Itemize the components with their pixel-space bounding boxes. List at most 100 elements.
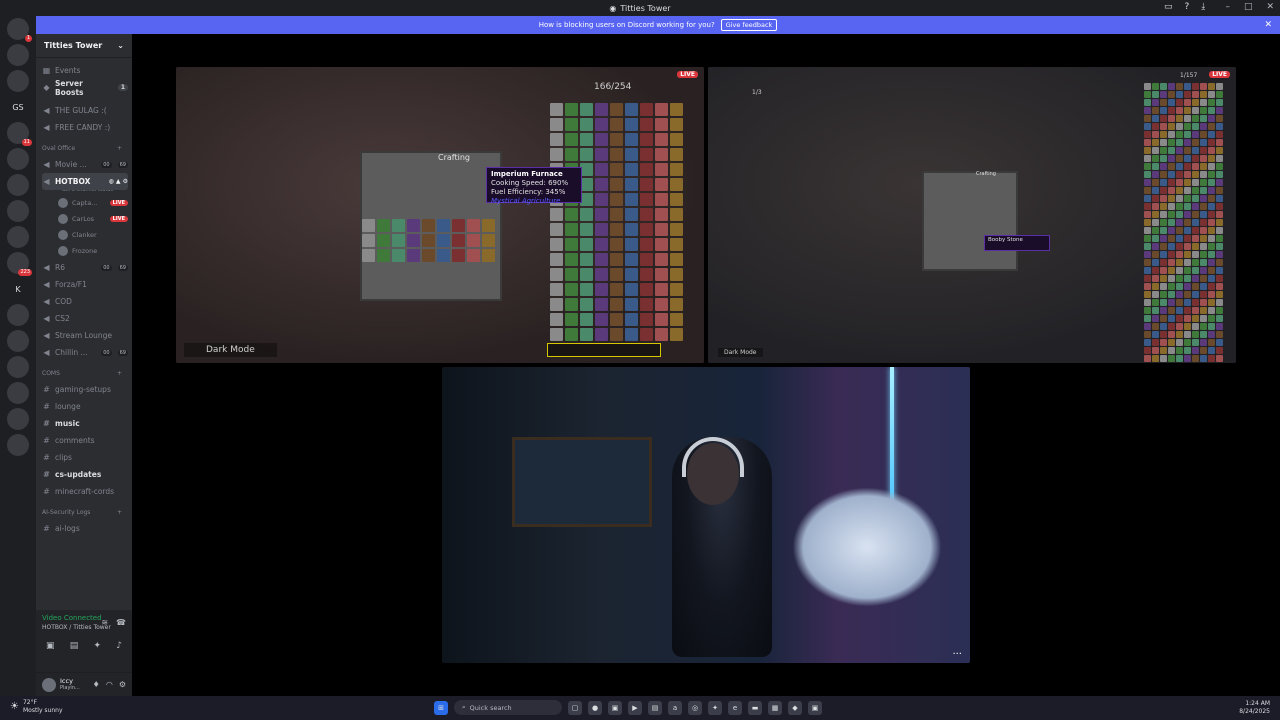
inventory-slot[interactable] <box>1192 227 1199 234</box>
inventory-slot[interactable] <box>1144 323 1151 330</box>
inventory-slot[interactable] <box>550 268 563 281</box>
inventory-slot[interactable] <box>655 163 668 176</box>
inventory-slot[interactable] <box>1160 339 1167 346</box>
inventory-slot[interactable] <box>1144 275 1151 282</box>
inventory-slot[interactable] <box>1216 339 1223 346</box>
inventory-slot[interactable] <box>1152 243 1159 250</box>
inventory-slot[interactable] <box>1144 291 1151 298</box>
inventory-slot[interactable] <box>1200 115 1207 122</box>
weather-widget[interactable]: ☀ 72°F Mostly sunny <box>10 699 63 715</box>
server-boosts-link[interactable]: ◆ Server Boosts 1 <box>42 79 128 97</box>
inventory-slot[interactable] <box>1152 163 1159 170</box>
inventory-slot[interactable] <box>1160 299 1167 306</box>
inventory-slot[interactable] <box>377 234 390 247</box>
inventory-slot[interactable] <box>550 253 563 266</box>
inventory-slot[interactable] <box>1192 259 1199 266</box>
inventory-slot[interactable] <box>550 283 563 296</box>
inventory-slot[interactable] <box>1208 347 1215 354</box>
inventory-slot[interactable] <box>1144 203 1151 210</box>
inventory-slot[interactable] <box>1216 323 1223 330</box>
inventory-slot[interactable] <box>625 328 638 341</box>
inventory-slot[interactable] <box>1184 83 1191 90</box>
inventory-slot[interactable] <box>1160 219 1167 226</box>
inventory-slot[interactable] <box>1168 147 1175 154</box>
inventory-slot[interactable] <box>1144 347 1151 354</box>
inventory-slot[interactable] <box>1152 323 1159 330</box>
inventory-slot[interactable] <box>1192 291 1199 298</box>
inventory-slot[interactable] <box>1144 163 1151 170</box>
inventory-slot[interactable] <box>640 328 653 341</box>
inventory-slot[interactable] <box>1176 99 1183 106</box>
inventory-slot[interactable] <box>550 223 563 236</box>
inventory-slot[interactable] <box>1208 243 1215 250</box>
inventory-slot[interactable] <box>422 249 435 262</box>
inventory-slot[interactable] <box>1216 123 1223 130</box>
inventory-slot[interactable] <box>1176 275 1183 282</box>
inventory-slot[interactable] <box>565 238 578 251</box>
text-channel[interactable]: # gaming-setups <box>42 381 128 398</box>
inventory-slot[interactable] <box>640 178 653 191</box>
inventory-slot[interactable] <box>1208 307 1215 314</box>
chat-input[interactable] <box>547 343 661 357</box>
inventory-slot[interactable] <box>1176 307 1183 314</box>
inventory-slot[interactable] <box>1216 331 1223 338</box>
inventory-slot[interactable] <box>1208 235 1215 242</box>
inventory-slot[interactable] <box>1200 347 1207 354</box>
inventory-slot[interactable] <box>1160 227 1167 234</box>
inventory-slot[interactable] <box>1192 115 1199 122</box>
inventory-slot[interactable] <box>670 283 683 296</box>
category-coms[interactable]: COMS + <box>42 365 128 381</box>
inventory-slot[interactable] <box>1168 179 1175 186</box>
inventory-slot[interactable] <box>1208 203 1215 210</box>
inventory-slot[interactable] <box>1168 251 1175 258</box>
server-icon[interactable] <box>7 226 29 248</box>
inventory-slot[interactable] <box>565 223 578 236</box>
inventory-slot[interactable] <box>1216 139 1223 146</box>
inventory-slot[interactable] <box>595 103 608 116</box>
server-icon[interactable] <box>7 304 29 326</box>
inventory-slot[interactable] <box>1168 331 1175 338</box>
inventory-slot[interactable] <box>1160 99 1167 106</box>
inventory-slot[interactable] <box>1168 347 1175 354</box>
mic-icon[interactable]: ♦ <box>93 680 100 689</box>
inventory-slot[interactable] <box>655 328 668 341</box>
inventory-slot[interactable] <box>1152 283 1159 290</box>
inventory-slot[interactable] <box>595 148 608 161</box>
inventory-slot[interactable] <box>1144 227 1151 234</box>
inventory-slot[interactable] <box>1144 91 1151 98</box>
inventory-slot[interactable] <box>565 268 578 281</box>
inventory-slot[interactable] <box>1152 131 1159 138</box>
inventory-slot[interactable] <box>1176 251 1183 258</box>
inventory-slot[interactable] <box>640 103 653 116</box>
app-icon-8[interactable]: ◆ <box>788 700 802 715</box>
inventory-slot[interactable] <box>610 163 623 176</box>
inventory-slot[interactable] <box>1152 219 1159 226</box>
inventory-slot[interactable] <box>1192 251 1199 258</box>
inventory-slot[interactable] <box>1200 291 1207 298</box>
inventory-slot[interactable] <box>1152 307 1159 314</box>
inventory-slot[interactable] <box>640 133 653 146</box>
inventory-slot[interactable] <box>640 193 653 206</box>
inventory-slot[interactable] <box>1192 267 1199 274</box>
inventory-slot[interactable] <box>1144 179 1151 186</box>
avatar[interactable] <box>42 677 56 692</box>
inventory-slot[interactable] <box>377 219 390 232</box>
inventory-slot[interactable] <box>1152 203 1159 210</box>
inventory-slot[interactable] <box>640 208 653 221</box>
inventory-slot[interactable] <box>565 298 578 311</box>
inventory-slot[interactable] <box>1192 235 1199 242</box>
server-icon[interactable]: K <box>7 278 29 300</box>
inventory-slot[interactable] <box>550 148 563 161</box>
server-icon[interactable] <box>7 330 29 352</box>
inventory-slot[interactable] <box>1184 275 1191 282</box>
voice-user[interactable]: Capta... LIVE <box>42 195 128 211</box>
inventory-slot[interactable] <box>1216 283 1223 290</box>
inventory-slot[interactable] <box>1160 235 1167 242</box>
inventory-slot[interactable] <box>610 193 623 206</box>
inventory-slot[interactable] <box>565 208 578 221</box>
explorer-icon[interactable]: ▬ <box>748 700 762 715</box>
inventory-slot[interactable] <box>392 219 405 232</box>
inventory-slot[interactable] <box>1200 243 1207 250</box>
events-link[interactable]: ▦ Events <box>42 62 128 79</box>
inventory-slot[interactable] <box>1200 203 1207 210</box>
